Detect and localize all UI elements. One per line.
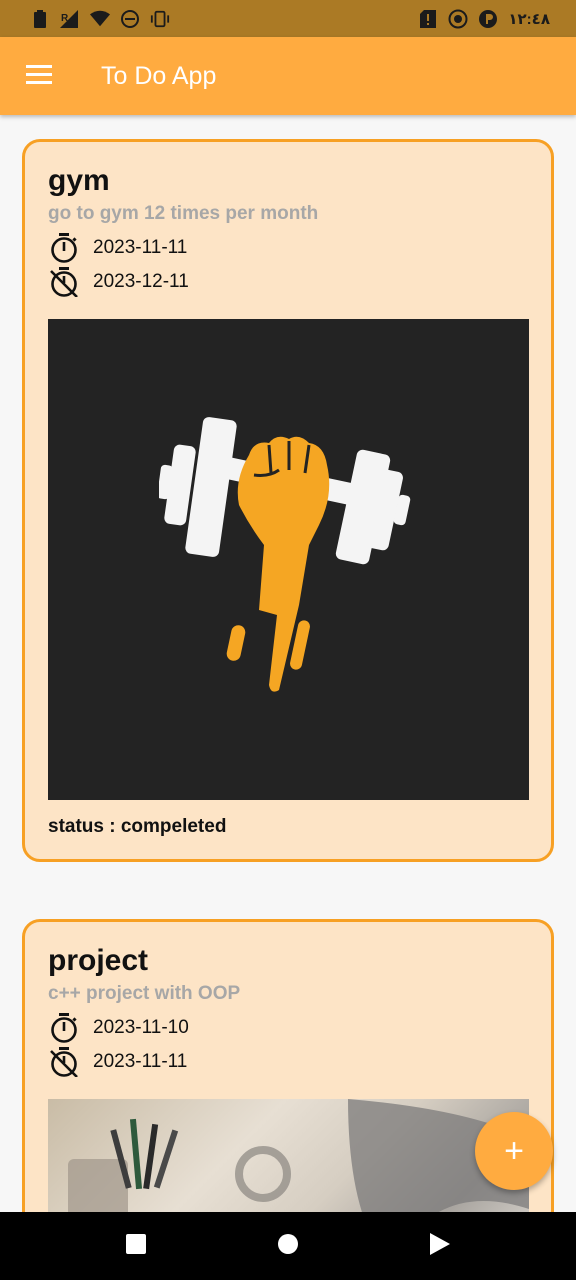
menu-button[interactable] (0, 37, 78, 115)
gym-image (48, 319, 529, 800)
battery-icon (30, 9, 50, 29)
task-card[interactable]: gym go to gym 12 times per month 2023-11… (22, 139, 554, 862)
triangle-icon (429, 1232, 451, 1261)
svg-text:R: R (61, 13, 69, 24)
task-description: go to gym 12 times per month (48, 203, 319, 224)
data-saver-icon (478, 9, 498, 29)
timer-off-icon (48, 266, 80, 298)
timer-icon (48, 232, 80, 264)
task-card[interactable]: project c++ project with OOP 2023-11-10 … (22, 919, 554, 1212)
end-date-row: 2023-12-11 (48, 266, 528, 298)
timer-icon (48, 1012, 80, 1044)
wifi-icon (90, 9, 110, 29)
menu-icon (26, 64, 52, 89)
start-date-row: 2023-11-10 (48, 1012, 528, 1044)
recents-button[interactable] (106, 1216, 166, 1276)
task-title: project (48, 944, 149, 977)
desk-photo-illustration (68, 1099, 529, 1212)
back-button[interactable] (410, 1216, 470, 1276)
app-bar: To Do App (0, 37, 576, 115)
circle-icon (277, 1233, 299, 1260)
navigation-bar (0, 1212, 576, 1280)
desk-photo (48, 1099, 529, 1212)
start-date: 2023-11-10 (93, 1017, 189, 1038)
end-date: 2023-11-11 (93, 1051, 188, 1072)
start-date-row: 2023-11-11 (48, 232, 528, 264)
end-date-row: 2023-11-11 (48, 1046, 528, 1078)
timer-off-icon (48, 1046, 80, 1078)
clock: ١٢:٤٨ (508, 10, 550, 28)
dnd-icon (120, 9, 140, 29)
start-date: 2023-11-11 (93, 237, 188, 258)
signal-r-icon: R (60, 9, 80, 29)
record-icon (448, 9, 468, 29)
add-task-button[interactable]: + (475, 1112, 553, 1190)
vibrate-icon (150, 9, 170, 29)
app-title: To Do App (101, 61, 217, 90)
dumbbell-fist-icon (158, 416, 410, 692)
sim-alert-icon (418, 9, 438, 29)
home-button[interactable] (258, 1216, 318, 1276)
square-icon (125, 1233, 147, 1260)
task-status: status : compeleted (48, 816, 227, 837)
task-list[interactable]: gym go to gym 12 times per month 2023-11… (0, 115, 576, 1212)
screen: R ١٢:٤٨ To Do App gym go to gym 12 times… (0, 0, 576, 1280)
status-icons-left: R (30, 9, 170, 29)
end-date: 2023-12-11 (93, 271, 189, 292)
add-icon: + (504, 1132, 524, 1170)
task-description: c++ project with OOP (48, 983, 241, 1004)
status-bar: R ١٢:٤٨ (0, 0, 576, 37)
status-icons-right: ١٢:٤٨ (418, 9, 550, 29)
task-title: gym (48, 164, 110, 197)
